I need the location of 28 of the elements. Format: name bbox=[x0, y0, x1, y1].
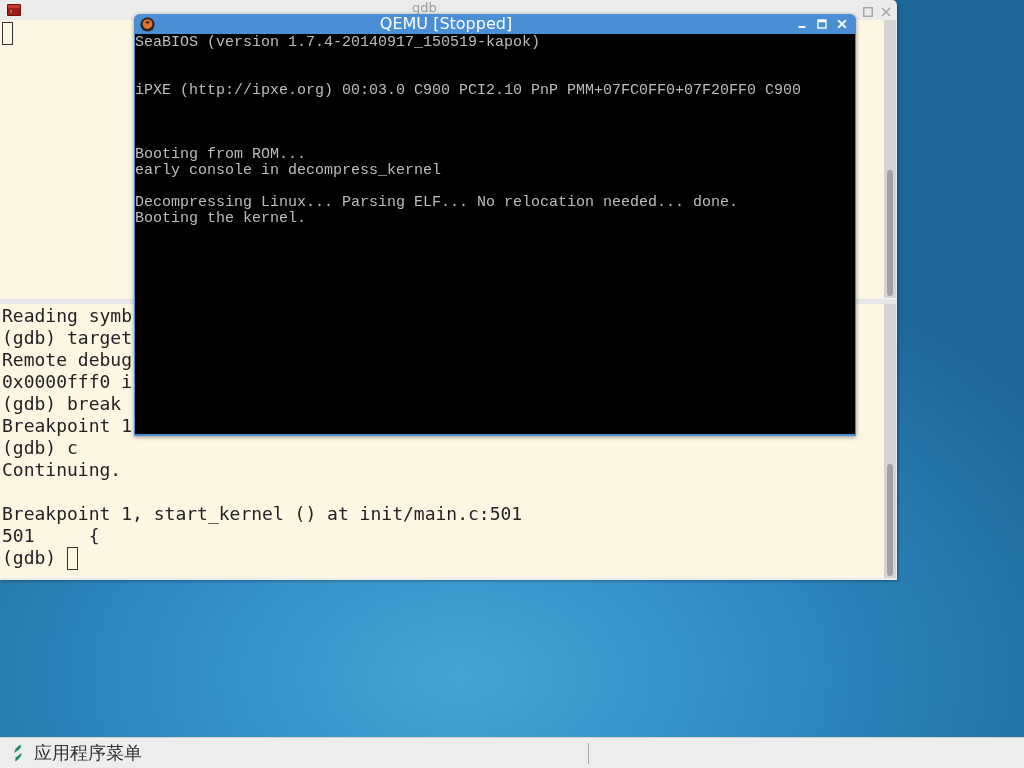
terminal-line: (gdb) target bbox=[2, 327, 133, 349]
console-line: Booting from ROM... bbox=[135, 147, 308, 163]
terminal-line: (gdb) c bbox=[2, 437, 78, 459]
console-line: Booting the kernel. bbox=[135, 211, 308, 227]
scrollbar-thumb[interactable] bbox=[887, 464, 893, 576]
maximize-icon[interactable] bbox=[863, 7, 873, 17]
terminal-icon bbox=[7, 4, 21, 16]
terminal-line: Breakpoint 1, start_kernel () at init/main.c:501 bbox=[2, 503, 523, 525]
terminal-line: (gdb) bbox=[2, 547, 57, 569]
app-menu-button[interactable]: 应用程序菜单 bbox=[0, 738, 146, 768]
console-line: Decompressing Linux... Parsing ELF... No relocation needed... done. bbox=[135, 195, 740, 211]
terminal-line: 501 { bbox=[2, 525, 100, 547]
terminal-line: Remote debug bbox=[2, 349, 133, 371]
scrollbar-track[interactable] bbox=[884, 20, 896, 298]
round-logo-icon bbox=[140, 16, 155, 32]
terminal-line: 0x0000fff0 i bbox=[2, 371, 133, 393]
scrollbar-thumb[interactable] bbox=[887, 170, 893, 296]
terminal-line: Breakpoint 1 bbox=[2, 415, 133, 437]
leaf-icon bbox=[12, 744, 24, 762]
window-title: QEMU [Stopped] bbox=[378, 14, 514, 34]
scrollbar-track[interactable] bbox=[884, 304, 896, 578]
console-line: iPXE (http://ipxe.org) 00:03.0 C900 PCI2.10 PnP PMM+07FC0FF0+07F20FF0 C900 bbox=[135, 83, 803, 99]
console-line: early console in decompress_kernel bbox=[135, 163, 443, 179]
terminal-line: Continuing. bbox=[2, 459, 122, 481]
terminal-line: (gdb) break bbox=[2, 393, 122, 415]
console-line: SeaBIOS (version 1.7.4-20140917_150519-kapok) bbox=[135, 35, 542, 51]
terminal-line: Reading symb bbox=[2, 305, 133, 327]
close-icon[interactable] bbox=[881, 7, 891, 17]
